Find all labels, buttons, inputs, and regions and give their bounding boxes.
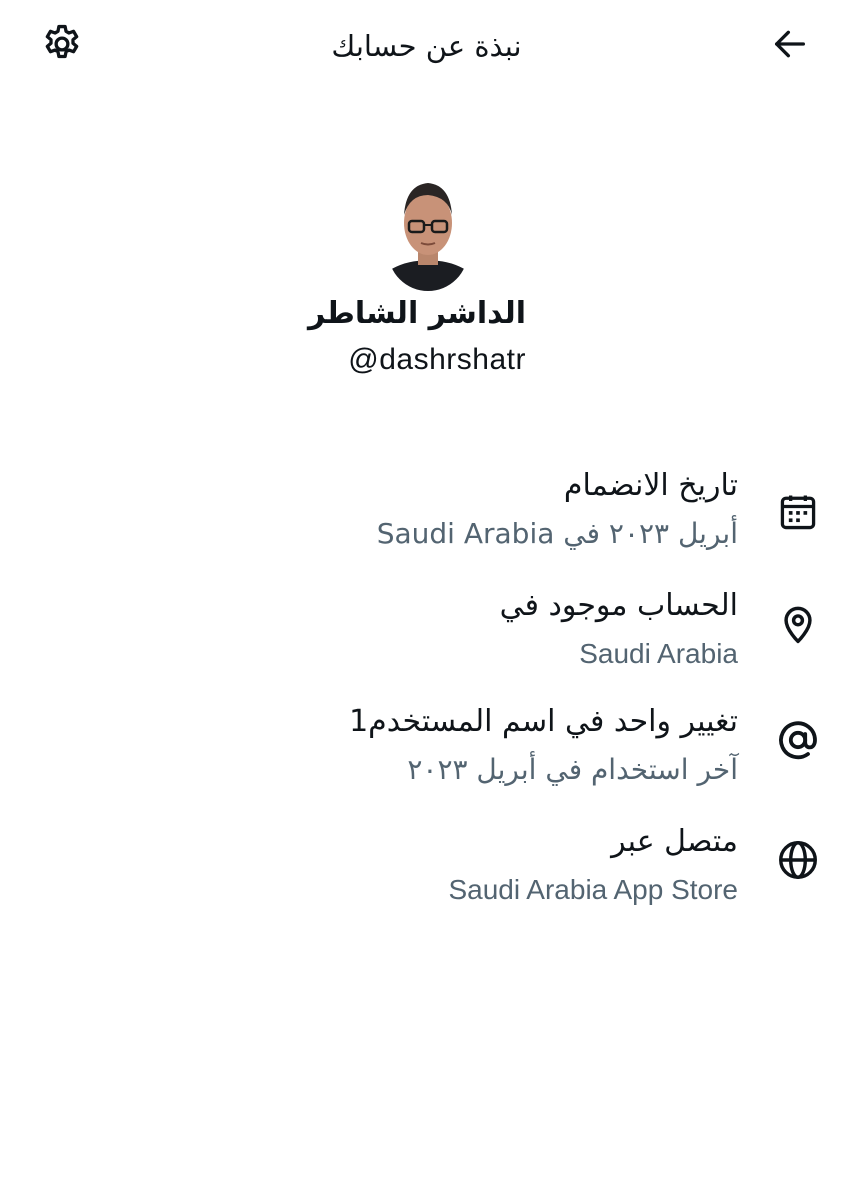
back-button[interactable] — [762, 18, 818, 74]
info-title: الحساب موجود في — [499, 588, 738, 623]
avatar[interactable] — [388, 175, 468, 291]
info-title: تاريخ الانضمام — [563, 468, 738, 503]
display-name: الداشر الشاطر — [307, 296, 526, 331]
info-subtitle: أبريل ٢٠٢٣ في Saudi Arabia — [376, 517, 738, 550]
calendar-icon — [772, 486, 824, 538]
info-item-location: الحساب موجود في Saudi Arabia — [0, 584, 853, 684]
info-subtitle: Saudi Arabia — [579, 638, 738, 669]
settings-button[interactable] — [34, 18, 90, 74]
username-handle: @dashrshatr — [348, 343, 526, 376]
arrow-right-icon — [770, 24, 810, 68]
gear-icon — [40, 22, 84, 70]
globe-icon — [772, 834, 824, 886]
info-subtitle: Saudi Arabia App Store — [448, 874, 738, 905]
info-item-joined: تاريخ الانضمام أبريل ٢٠٢٣ في Saudi Arabi… — [0, 464, 853, 564]
info-subtitle: آخر استخدام في أبريل ٢٠٢٣ — [407, 753, 738, 786]
at-sign-icon — [772, 714, 824, 766]
info-title: تغيير واحد في اسم المستخدم1 — [349, 704, 738, 739]
page-title: نبذة عن حسابك — [331, 29, 522, 63]
location-pin-icon — [772, 598, 824, 650]
top-bar: نبذة عن حسابك — [0, 0, 853, 92]
info-title: متصل عبر — [611, 824, 738, 859]
info-item-connected-via: متصل عبر Saudi Arabia App Store — [0, 820, 853, 920]
info-item-username-change: تغيير واحد في اسم المستخدم1 آخر استخدام … — [0, 700, 853, 800]
